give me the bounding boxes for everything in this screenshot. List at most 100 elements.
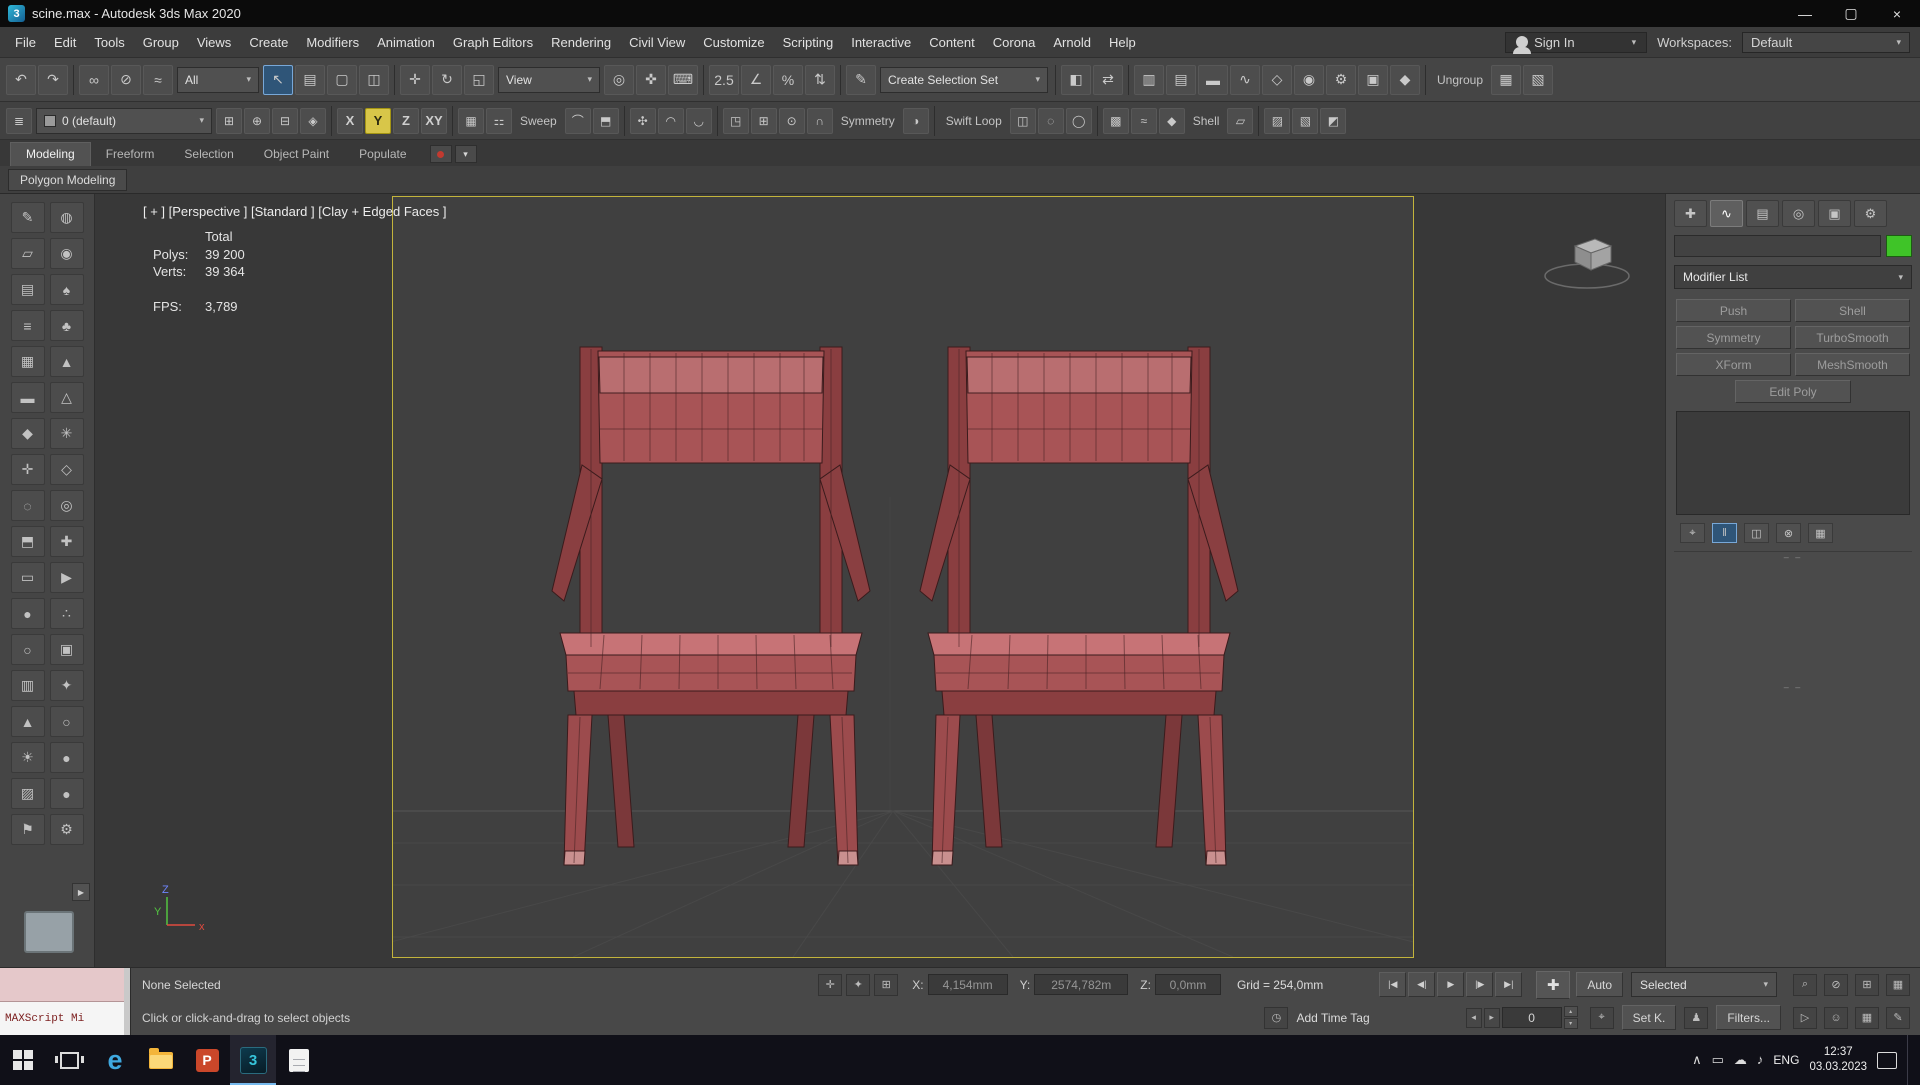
plane-primitive-icon[interactable]: ▱ [10, 238, 45, 269]
sign-in-button[interactable]: Sign In ▾ [1505, 31, 1648, 54]
play-animation-button[interactable]: ▶ [1437, 972, 1465, 997]
extra-tool-2-icon[interactable]: ▧ [1523, 64, 1554, 95]
selection-filter-dropdown[interactable]: All ▾ [177, 66, 259, 93]
restrict-z-icon[interactable]: Z [393, 107, 419, 134]
modifier-list-dropdown[interactable]: Modifier List ▾ [1674, 265, 1912, 289]
layer-explorer-icon[interactable]: ▤ [1166, 64, 1196, 95]
select-and-move-icon[interactable]: ✛ [400, 64, 430, 95]
ribbon-tab-selection[interactable]: Selection [169, 143, 248, 166]
show-desktop-button[interactable] [1907, 1035, 1914, 1085]
polygon-modeling-panel[interactable]: Polygon Modeling [8, 168, 128, 191]
add-time-tag[interactable]: ◷ Add Time Tag [1262, 1006, 1370, 1029]
walkthrough-icon[interactable]: ♟ [1684, 1006, 1709, 1029]
rectangle-icon[interactable]: ▭ [10, 562, 45, 593]
select-and-link-icon[interactable]: ∞ [79, 64, 109, 95]
show-end-result-icon[interactable]: ‖ [1712, 523, 1737, 543]
wire-sphere-icon[interactable]: ◎ [49, 490, 84, 521]
powerpoint-app-icon[interactable]: P [184, 1035, 230, 1085]
bind-to-space-warp-icon[interactable]: ≈ [143, 64, 173, 95]
next-frame-button[interactable]: |▶ [1466, 972, 1494, 997]
solid-sphere-icon[interactable]: ● [10, 598, 45, 629]
extrude-icon[interactable]: ⬒ [592, 107, 619, 134]
auto-key-button[interactable]: Auto [1576, 972, 1623, 997]
cloud-icon[interactable]: ☁ [1734, 1052, 1747, 1068]
menu-item-arnold[interactable]: Arnold [1044, 35, 1100, 50]
extra-tool-icon[interactable]: ▦ [1491, 64, 1522, 95]
create-new-layer-icon[interactable]: ⊞ [216, 107, 242, 134]
start-button[interactable] [0, 1035, 46, 1085]
render-production-icon[interactable]: ◆ [1390, 64, 1420, 95]
bridge-icon[interactable]: ∩ [806, 107, 833, 134]
select-by-name-icon[interactable]: ▤ [295, 64, 325, 95]
object-color-swatch[interactable] [1886, 235, 1912, 257]
menu-item-interactive[interactable]: Interactive [842, 35, 920, 50]
menu-item-tools[interactable]: Tools [85, 35, 133, 50]
set-current-layer-icon[interactable]: ◈ [300, 107, 326, 134]
add-to-layer-icon[interactable]: ⊕ [244, 107, 270, 134]
maxscript-mini-listener[interactable]: MAXScript Mi [0, 968, 131, 1035]
create-selection-set-dropdown[interactable]: Create Selection Set ▾ [880, 66, 1048, 93]
restrict-xy-plane-icon[interactable]: XY [421, 107, 447, 134]
spray-icon[interactable]: ✳ [49, 418, 84, 449]
set-keys-button[interactable]: ✚ [1536, 970, 1571, 999]
object-name-field[interactable] [1674, 235, 1881, 257]
edit-pencil-icon[interactable]: ✎ [1886, 1006, 1910, 1029]
dark-sphere-icon[interactable]: ● [49, 742, 84, 773]
snap-grid-icon[interactable]: ▦ [458, 107, 484, 134]
sweep-icon[interactable]: ⌒ [564, 107, 591, 134]
angle-snap-toggle-icon[interactable]: ∠ [741, 64, 771, 95]
scene-explorer-icon[interactable]: ▥ [1134, 64, 1164, 95]
cherry-icon[interactable]: ● [49, 778, 84, 809]
menu-item-corona[interactable]: Corona [984, 35, 1045, 50]
ribbon-tab-object-paint[interactable]: Object Paint [249, 143, 344, 166]
menu-item-customize[interactable]: Customize [694, 35, 773, 50]
maximize-button[interactable]: ▢ [1828, 0, 1874, 27]
ribbon-tab-modeling[interactable]: Modeling [10, 142, 91, 166]
misc-tool-2-icon[interactable]: ▧ [1292, 107, 1319, 134]
select-and-scale-icon[interactable]: ◱ [464, 64, 494, 95]
spin-down-icon[interactable]: ▾ [1563, 1018, 1578, 1029]
menu-item-file[interactable]: File [6, 35, 45, 50]
weld-icon[interactable]: ⊙ [778, 107, 805, 134]
file-explorer-app-icon[interactable] [138, 1035, 184, 1085]
percent-snap-toggle-icon[interactable]: % [773, 64, 803, 95]
language-indicator[interactable]: ENG [1773, 1053, 1799, 1067]
menu-item-modifiers[interactable]: Modifiers [297, 35, 368, 50]
transform-gizmo-toggle-icon[interactable]: ✛ [818, 973, 843, 996]
tree-icon[interactable]: ♠ [49, 274, 84, 305]
action-center-icon[interactable] [1877, 1051, 1897, 1069]
secondary-app-icon[interactable] [276, 1035, 322, 1085]
view-cube[interactable] [1539, 232, 1635, 296]
volume-icon[interactable]: ♪ [1757, 1052, 1764, 1068]
zoom-extents-icon[interactable]: ⊞ [1855, 973, 1879, 996]
play-shape-icon[interactable]: ▶ [49, 562, 84, 593]
ribbon-minimize-icon[interactable]: ▾ [454, 145, 477, 163]
ring-icon[interactable]: ◌ [10, 490, 45, 521]
clock[interactable]: 12:37 03.03.2023 [1809, 1045, 1867, 1075]
sun-icon[interactable]: ☀ [10, 742, 45, 773]
render-setup-icon[interactable]: ⚙ [1326, 64, 1356, 95]
redo-icon[interactable]: ↷ [38, 64, 68, 95]
modifier-button-shell[interactable]: Shell [1795, 299, 1910, 322]
hidden-icons-expand-icon[interactable]: ∧ [1692, 1052, 1702, 1068]
cube-icon[interactable]: ▣ [49, 634, 84, 665]
circle-shape-icon[interactable]: ○ [10, 634, 45, 665]
ribbon-tab-freeform[interactable]: Freeform [91, 143, 170, 166]
attach-icon[interactable]: ⊞ [750, 107, 777, 134]
active-layer-dropdown[interactable]: 0 (default) ▾ [36, 107, 212, 134]
mountain-icon[interactable]: ▲ [49, 346, 84, 377]
modifier-stack-list[interactable] [1676, 411, 1910, 515]
sphere-primitive-icon[interactable]: ◉ [49, 238, 84, 269]
material-editor-icon[interactable]: ◉ [1294, 64, 1324, 95]
utilities-tab-icon[interactable]: ⚙ [1854, 200, 1887, 227]
window-crossing-toggle-icon[interactable]: ◫ [359, 64, 389, 95]
align-icon[interactable]: ⇄ [1093, 64, 1123, 95]
keyboard-shortcut-override-icon[interactable]: ⌨ [668, 64, 698, 95]
ribbon-tab-populate[interactable]: Populate [344, 143, 421, 166]
go-to-end-button[interactable]: ▶| [1495, 972, 1523, 997]
menu-item-content[interactable]: Content [920, 35, 984, 50]
chair-model-left[interactable] [551, 346, 871, 866]
menu-item-edit[interactable]: Edit [45, 35, 85, 50]
restrict-x-icon[interactable]: X [337, 107, 363, 134]
symmetry-label[interactable]: Symmetry [834, 114, 902, 128]
